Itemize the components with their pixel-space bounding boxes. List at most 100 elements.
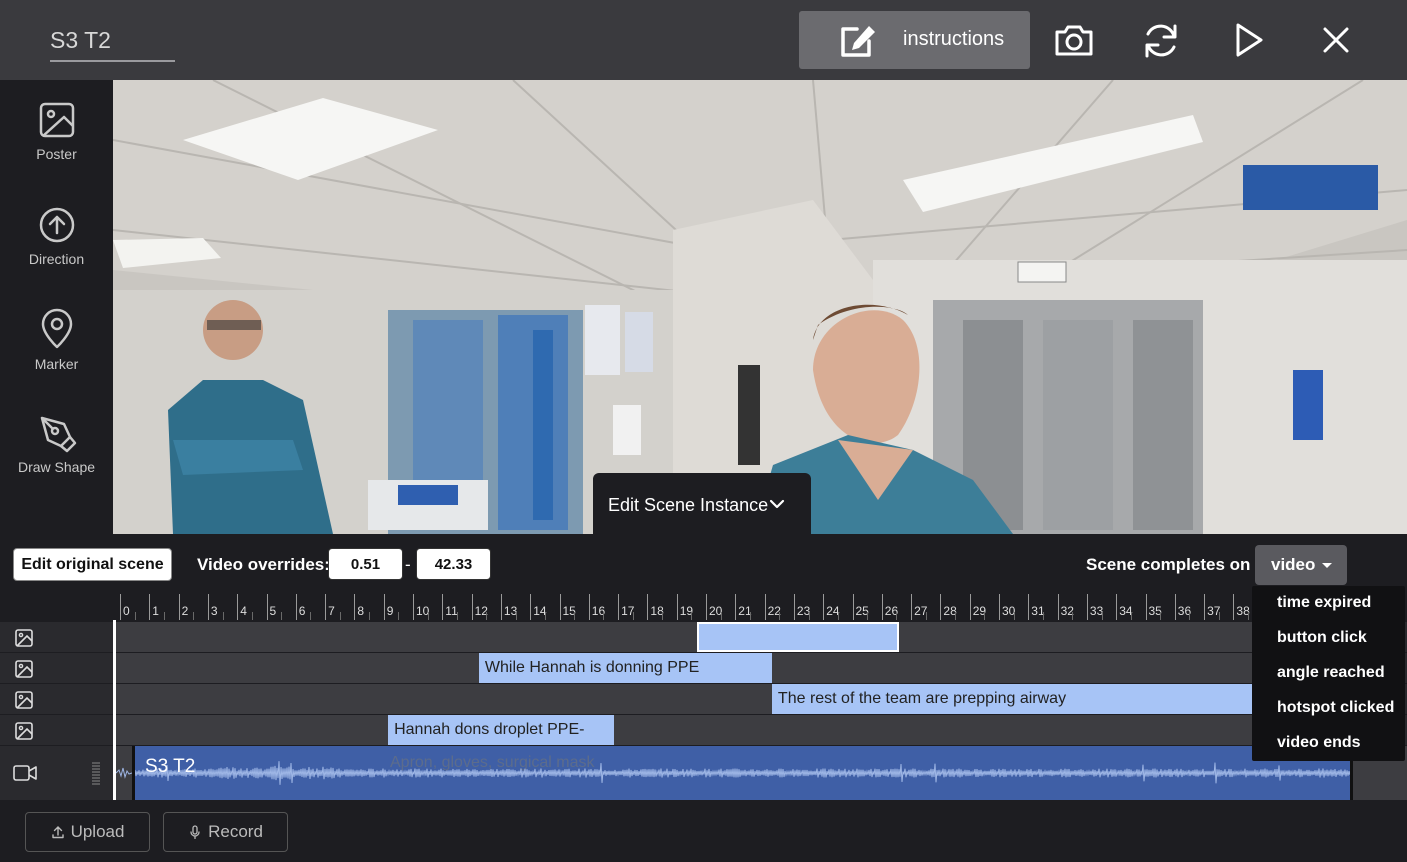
option-video-ends[interactable]: video ends <box>1277 734 1361 752</box>
ruler-minor-tick <box>310 612 312 620</box>
ruler-minor-tick <box>193 612 195 620</box>
play-icon[interactable] <box>1226 18 1270 62</box>
playhead[interactable] <box>113 620 116 800</box>
ruler-tick <box>413 594 414 620</box>
record-button[interactable]: Record <box>163 812 288 852</box>
completes-on-value: video <box>1271 555 1316 574</box>
edit-scene-instance-label: Edit Scene Instance <box>608 495 769 515</box>
ruler-tick <box>881 594 883 620</box>
track-lane[interactable] <box>113 622 1253 652</box>
ruler-tick <box>383 594 385 620</box>
pen-tool-icon <box>40 416 76 453</box>
ruler-tick-label: 5 <box>269 604 277 618</box>
ruler-tick-label: 3 <box>210 604 218 618</box>
microphone-icon <box>190 825 200 839</box>
ruler-tick-label: 9 <box>386 604 394 618</box>
tool-poster[interactable]: Poster <box>0 100 113 190</box>
ruler-minor-tick <box>1248 612 1250 620</box>
ruler-minor-tick <box>808 612 810 620</box>
ruler-minor-tick <box>691 612 693 620</box>
option-time-expired[interactable]: time expired <box>1277 594 1371 612</box>
top-bar: instructions <box>0 0 1407 80</box>
tool-direction[interactable]: Direction <box>0 205 113 295</box>
ruler-tick <box>149 594 151 620</box>
caret-down-icon <box>1322 563 1332 568</box>
ruler-minor-tick <box>163 612 165 620</box>
ruler-tick <box>823 594 825 620</box>
image-icon <box>15 722 33 740</box>
video-track: Apron, gloves, surgical mask S3 T2 <box>0 746 1407 800</box>
timeline-clip[interactable]: While Hannah is donning PPE <box>478 653 772 683</box>
override-separator: - <box>405 555 411 574</box>
completes-on-select[interactable]: video <box>1255 545 1347 585</box>
ruler-tick <box>1145 594 1147 620</box>
refresh-icon[interactable] <box>1139 18 1183 62</box>
timeline-track: The rest of the team are prepping airway <box>0 684 1407 714</box>
option-angle-reached[interactable]: angle reached <box>1277 664 1385 682</box>
video-overrides-label: Video overrides: <box>197 555 330 574</box>
close-icon[interactable] <box>1314 18 1358 62</box>
option-hotspot-clicked[interactable]: hotspot clicked <box>1277 699 1394 717</box>
ruler-minor-tick <box>1189 612 1191 620</box>
completes-on-dropdown: time expired button click angle reached … <box>1252 586 1405 761</box>
ruler-minor-tick <box>1042 612 1044 620</box>
timeline-ruler[interactable]: 0 1 2 3 4 5 6 7 8 9 10 11 12 13 14 15 16 17 18 19 20 21 22 23 24… <box>113 594 1253 620</box>
drag-handle-icon[interactable] <box>91 762 101 786</box>
image-icon <box>15 629 33 647</box>
override-end-input[interactable] <box>416 548 491 580</box>
ruler-tick-label: 4 <box>240 604 247 618</box>
track-lane[interactable]: The rest of the team are prepping airway <box>113 684 1253 714</box>
ruler-tick <box>618 594 620 620</box>
ruler-tick <box>1057 594 1059 620</box>
ruler-minor-tick <box>1218 612 1220 620</box>
camera-icon[interactable] <box>1052 18 1096 62</box>
ruler-tick <box>266 594 268 620</box>
tool-marker[interactable]: Marker <box>0 308 113 398</box>
video-preview[interactable] <box>113 80 1407 534</box>
scene-title-input[interactable] <box>50 20 175 62</box>
edit-icon <box>841 26 875 57</box>
track-lane[interactable]: Hannah dons droplet PPE- <box>113 715 1253 745</box>
ruler-minor-tick <box>1130 612 1132 620</box>
video-clip[interactable]: Apron, gloves, surgical mask S3 T2 <box>132 746 1353 800</box>
ruler-tick <box>735 594 737 620</box>
ruler-tick <box>999 594 1000 620</box>
video-frame <box>113 80 1407 534</box>
ruler-tick <box>1204 594 1206 620</box>
ruler-minor-tick <box>427 612 429 620</box>
instructions-button[interactable]: instructions <box>799 11 1030 69</box>
ruler-minor-tick <box>896 612 898 620</box>
ruler-tick <box>764 594 766 620</box>
upload-button[interactable]: Upload <box>25 812 150 852</box>
ruler-minor-tick <box>984 612 986 620</box>
ruler-minor-tick <box>749 612 751 620</box>
ruler-minor-tick <box>837 612 839 620</box>
ruler-minor-tick <box>369 612 371 620</box>
ruler-tick <box>1233 594 1235 620</box>
override-start-input[interactable] <box>328 548 403 580</box>
timeline-track: While Hannah is donning PPE <box>0 653 1407 683</box>
waveform-path <box>135 761 1350 785</box>
ruler-minor-tick <box>398 612 400 620</box>
timeline-clip[interactable]: The rest of the team are prepping airway <box>771 684 1253 714</box>
record-label: Record <box>208 822 263 841</box>
ruler-minor-tick <box>603 612 605 620</box>
tool-draw-shape[interactable]: Draw Shape <box>0 413 113 503</box>
ruler-tick-label: 6 <box>298 604 306 618</box>
ruler-tick <box>588 594 590 620</box>
tool-direction-label: Direction <box>28 251 85 267</box>
ruler-minor-tick <box>515 612 517 620</box>
ruler-tick <box>1086 594 1088 620</box>
ruler-tick <box>325 594 327 620</box>
option-button-click[interactable]: button click <box>1277 629 1367 647</box>
video-clip-label: S3 T2 <box>145 756 196 777</box>
ruler-tick <box>442 594 444 620</box>
ruler-tick <box>178 594 180 620</box>
track-lane[interactable]: While Hannah is donning PPE <box>113 653 1253 683</box>
image-icon <box>15 660 33 678</box>
tool-sidebar: Poster Direction Marker Draw Shape <box>0 80 113 534</box>
timeline-clip[interactable]: Hannah dons droplet PPE- <box>388 715 614 745</box>
edit-original-scene-button[interactable]: Edit original scene <box>13 548 172 581</box>
timeline-clip[interactable] <box>697 622 900 652</box>
edit-scene-instance-toggle[interactable]: Edit Scene Instance <box>593 473 811 534</box>
